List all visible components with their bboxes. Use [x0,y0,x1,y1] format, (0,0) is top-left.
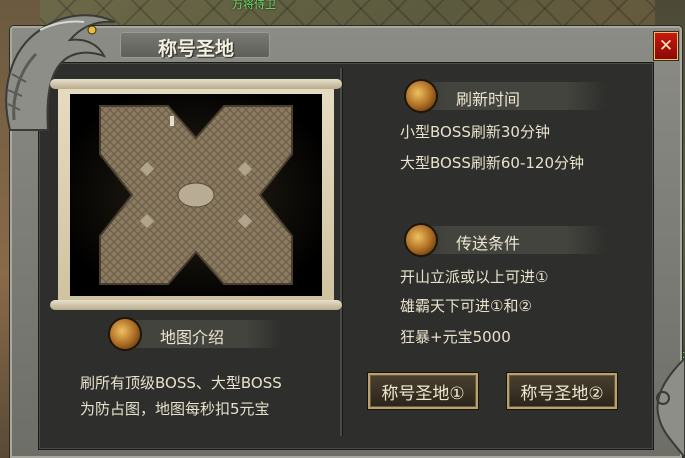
teleport-line-2: 雄霸天下可进①和② [400,297,532,315]
refresh-line-1: 小型BOSS刷新30分钟 [400,123,550,141]
map-cross-shape-icon [99,105,293,285]
dragon-medallion-icon [110,319,140,349]
refresh-time-heading: 刷新时间 [456,90,521,109]
scroll-rod-top [50,79,342,89]
dragon-tail-ornament-icon [656,358,685,458]
map-intro-heading: 地图介绍 [160,328,225,347]
teleport-condition-heading: 传送条件 [456,234,521,253]
teleport-line-1: 开山立派或以上可进① [400,268,549,286]
scroll-rod-bottom [50,300,342,310]
map-preview [70,94,322,296]
map-intro-line-1: 刷所有顶级BOSS、大型BOSS [80,374,282,392]
map-intro-line-2: 为防占图，地图每秒扣5元宝 [80,400,270,418]
refresh-line-2: 大型BOSS刷新60-120分钟 [400,154,585,172]
teleport-land-2-button[interactable]: 称号圣地② [507,373,617,409]
column-divider [340,68,342,436]
dialog-title: 称号圣地 [158,38,235,60]
npc-name-label[interactable]: 万将侍卫 [232,0,276,12]
dragon-medallion-icon [406,225,436,255]
close-button[interactable]: ✕ [654,32,678,60]
teleport-line-3: 狂暴+元宝5000 [400,328,511,346]
dragon-medallion-icon [406,81,436,111]
teleport-land-1-button[interactable]: 称号圣地① [368,373,478,409]
